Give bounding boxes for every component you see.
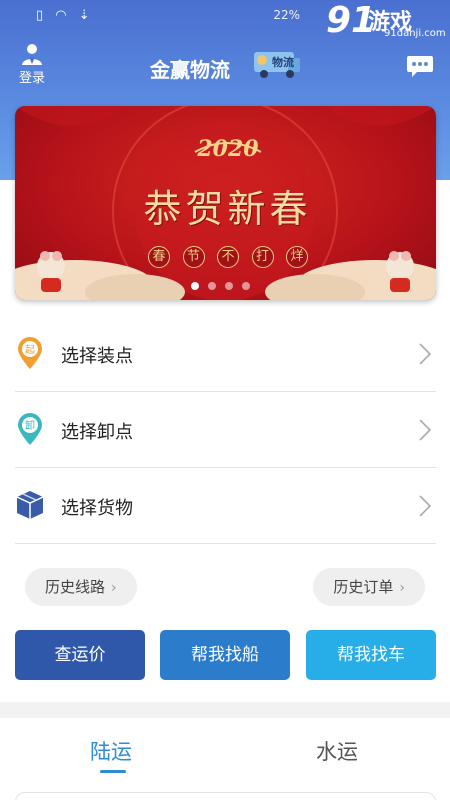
message-icon[interactable] — [406, 54, 434, 78]
logo-text: 物流 — [272, 55, 294, 69]
carousel-dot[interactable] — [225, 282, 233, 290]
selection-list: 起 选择装点 卸 选择卸点 选择货物 — [15, 316, 436, 544]
select-load-point-label: 选择装点 — [61, 346, 133, 367]
banner-subtitle-char: 烊 — [286, 246, 308, 268]
select-cargo-label: 选择货物 — [61, 498, 133, 519]
tab-land-transport[interactable]: 陆运 — [90, 736, 132, 766]
select-unload-point-item[interactable]: 卸 选择卸点 — [15, 392, 436, 468]
history-routes-button[interactable]: 历史线路 › — [25, 568, 137, 606]
carousel-dot[interactable] — [242, 282, 250, 290]
banner-headline: 恭贺新春 — [143, 187, 312, 231]
find-ship-button[interactable]: 帮我找船 — [160, 630, 290, 680]
battery-text: 22% — [273, 8, 300, 22]
cargo-box-icon — [16, 491, 44, 519]
unload-point-marker-icon: 卸 — [18, 413, 42, 445]
chevron-right-icon — [419, 495, 432, 517]
tab-water-transport[interactable]: 水运 — [316, 736, 358, 766]
login-label: 登录 — [18, 71, 45, 86]
chevron-right-icon — [419, 419, 432, 441]
active-tab-indicator — [100, 770, 126, 773]
banner-subtitle-char: 打 — [251, 246, 274, 268]
check-price-button[interactable]: 查运价 — [15, 630, 145, 680]
banner-subtitle-char: 不 — [217, 246, 239, 268]
truck-logo-icon: 物流 — [254, 52, 300, 78]
banner-subtitle-char: 节 — [182, 246, 205, 268]
banner-subtitle-char: 春 — [148, 246, 170, 268]
find-truck-button[interactable]: 帮我找车 — [306, 630, 436, 680]
unload-marker-char: 卸 — [25, 419, 35, 432]
section-divider — [0, 702, 450, 718]
select-load-point-item[interactable]: 起 选择装点 — [15, 316, 436, 392]
chevron-right-icon — [419, 343, 432, 365]
chevron-right-icon: › — [111, 580, 117, 596]
history-orders-label: 历史订单 — [333, 578, 394, 596]
load-marker-char: 起 — [25, 344, 35, 356]
content-card — [15, 792, 436, 800]
promo-banner[interactable]: 2020 恭贺新春 春 节 不 打 烊 — [15, 106, 436, 300]
page-title: 金赢物流 — [150, 58, 230, 82]
carousel-dot[interactable] — [191, 282, 199, 290]
nav-bar: 登录 金赢物流 物流 — [0, 36, 450, 96]
carousel-dots — [191, 282, 250, 290]
status-icons: ▯ ◠ ⇣ — [36, 8, 94, 23]
load-point-marker-icon: 起 — [18, 337, 42, 369]
status-bar: ▯ ◠ ⇣ 22% 91 游戏 91danji.com — [0, 0, 450, 41]
history-orders-button[interactable]: 历史订单 › — [313, 568, 425, 606]
banner-subtitle: 春 节 不 打 烊 — [148, 246, 308, 268]
user-icon — [22, 44, 42, 65]
transport-tabs: 陆运 水运 — [0, 718, 450, 800]
carousel-dot[interactable] — [208, 282, 216, 290]
chevron-right-icon: › — [399, 580, 405, 596]
select-unload-point-label: 选择卸点 — [61, 422, 133, 443]
banner-year: 2020 — [197, 136, 259, 162]
login-button[interactable]: 登录 — [10, 42, 54, 86]
select-cargo-item[interactable]: 选择货物 — [15, 468, 436, 544]
history-routes-label: 历史线路 — [45, 578, 106, 596]
